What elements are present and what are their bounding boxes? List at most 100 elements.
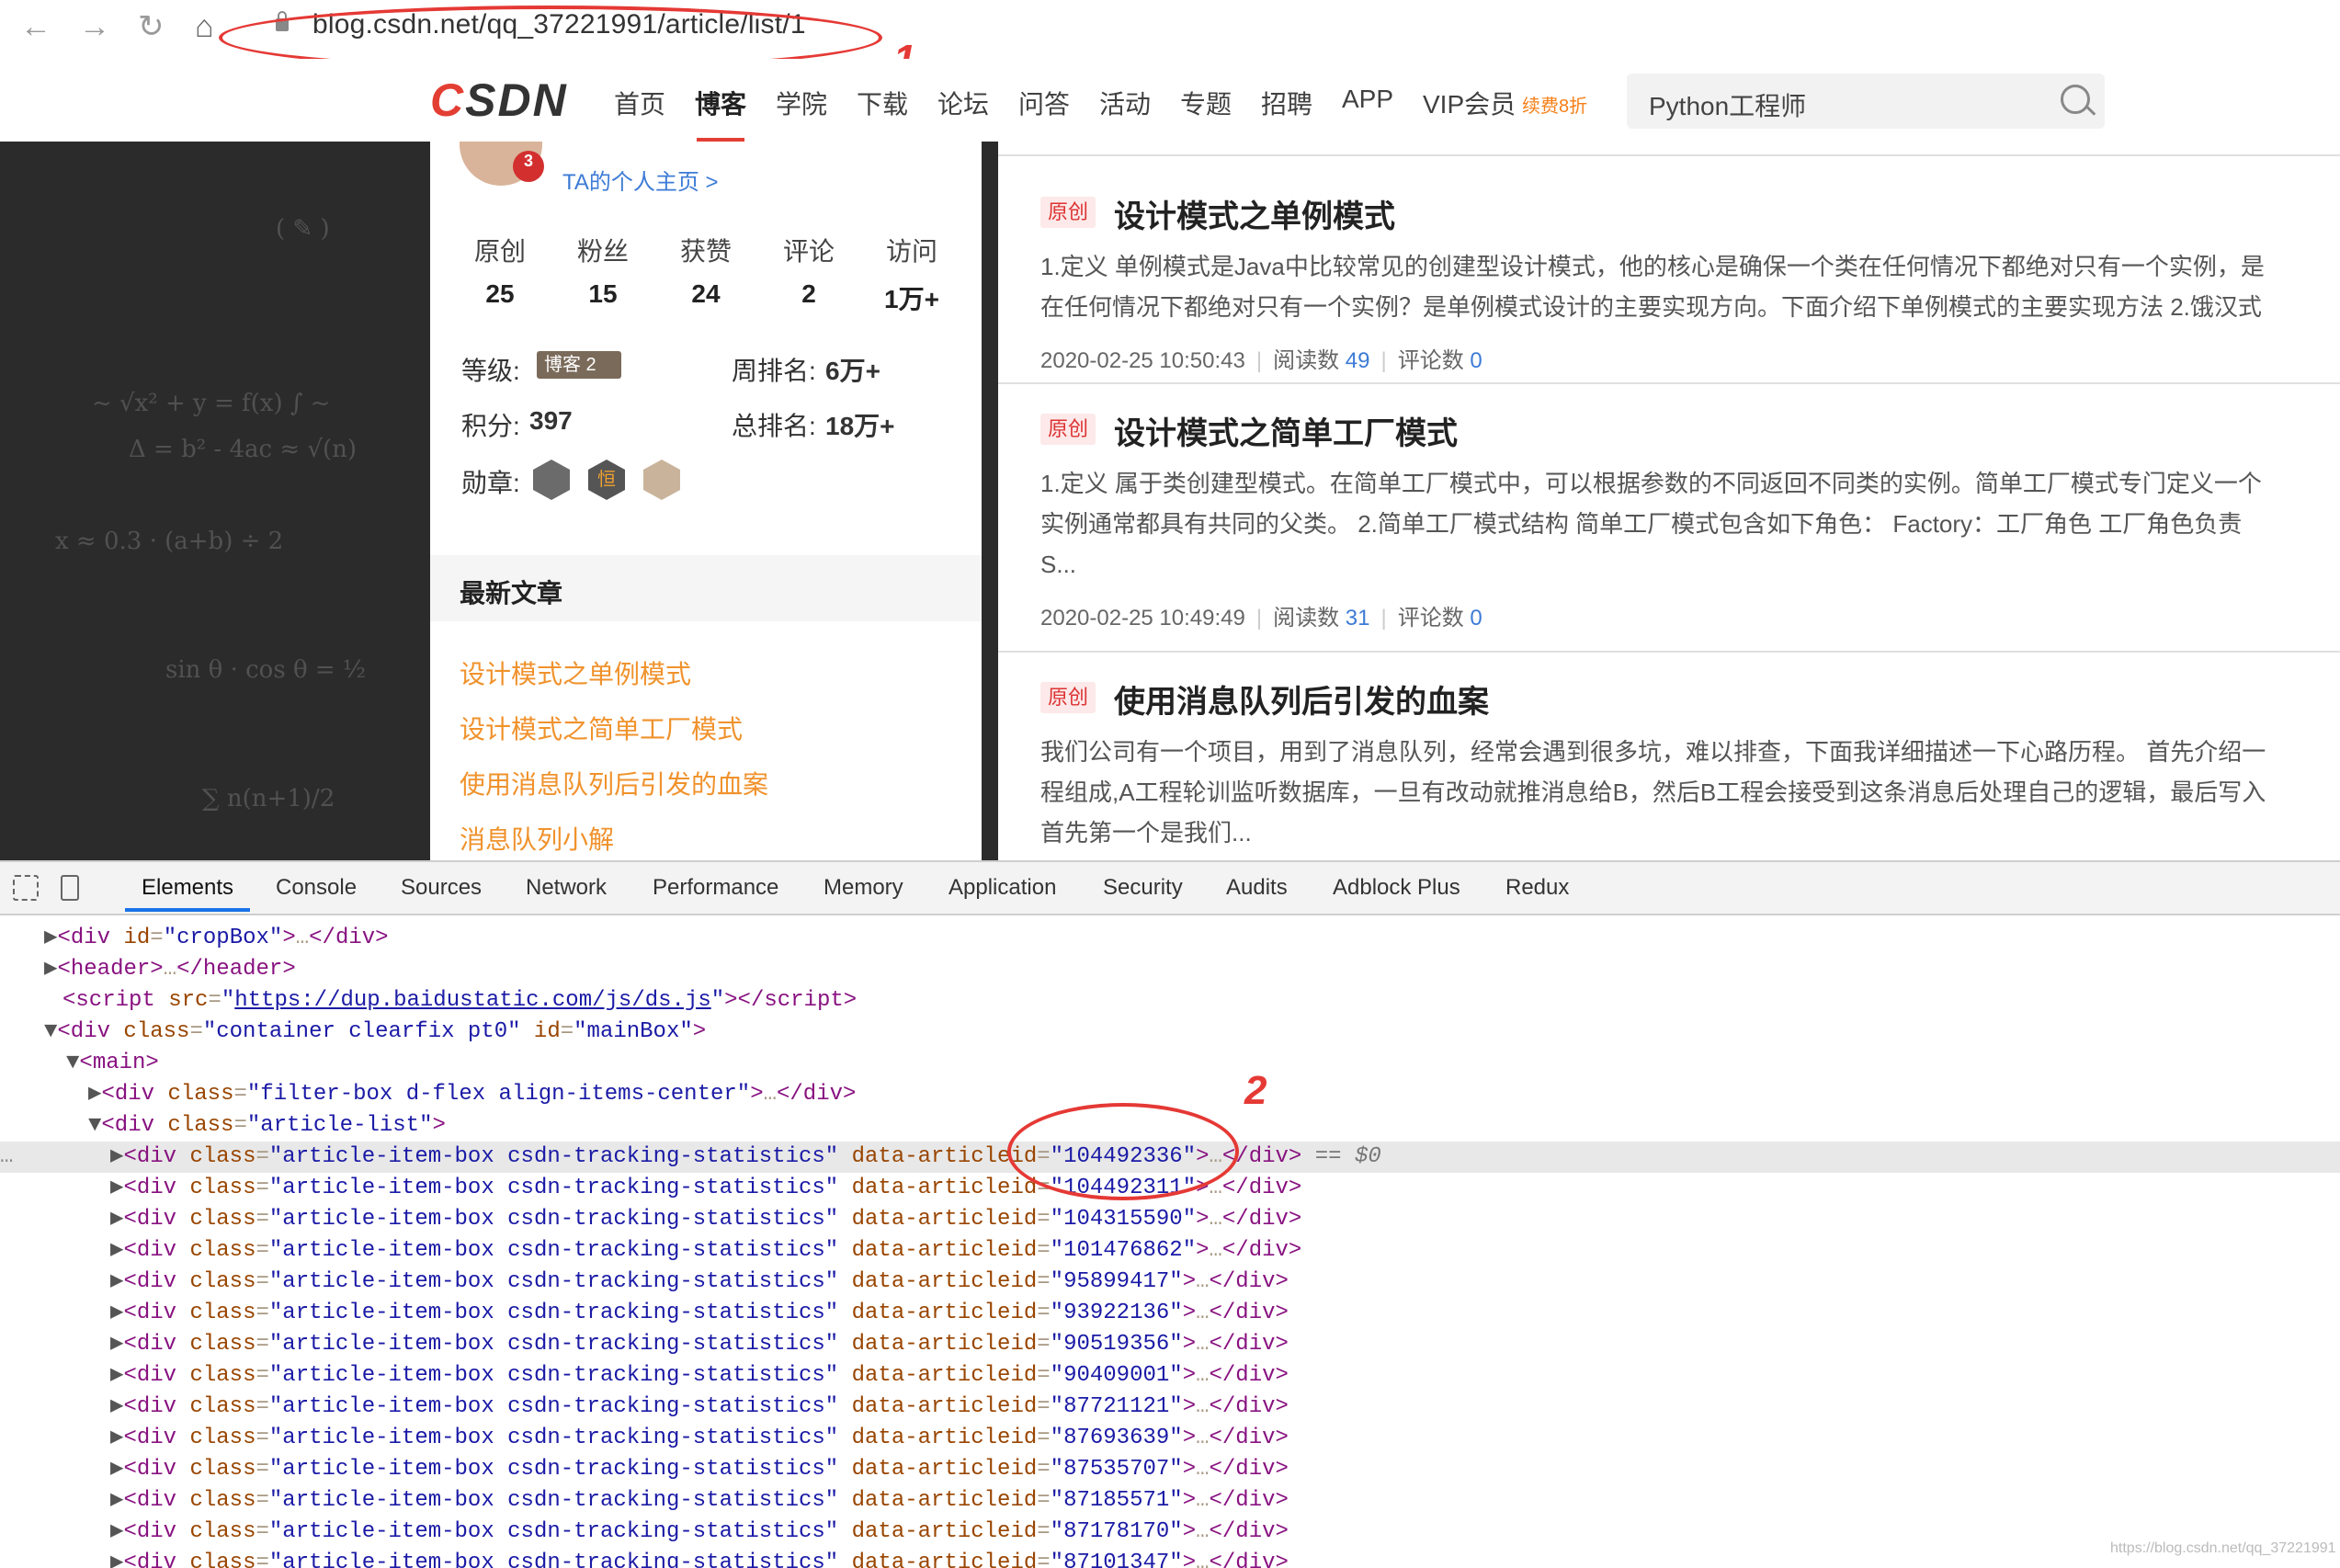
expand-arrow-icon[interactable]: ▶ <box>110 1332 123 1357</box>
nav-blog[interactable]: 博客 <box>695 85 746 121</box>
collapse-arrow-icon[interactable]: ▼ <box>44 1019 57 1044</box>
article-item[interactable]: 原创 设计模式之简单工厂模式 1.定义 属于类创建型模式。在简单工厂模式中，可以… <box>998 382 2340 632</box>
expand-arrow-icon[interactable]: ▶ <box>110 1519 123 1544</box>
expand-arrow-icon[interactable]: ▶ <box>110 1426 123 1450</box>
expand-arrow-icon[interactable]: ▶ <box>110 1488 123 1513</box>
dom-node[interactable]: ▶<div class="article-item-box csdn-track… <box>0 1267 2340 1298</box>
tab-sources[interactable]: Sources <box>401 875 482 901</box>
expand-arrow-icon[interactable]: ▶ <box>110 1457 123 1482</box>
level-badge[interactable]: 博客 2 <box>537 351 621 379</box>
article-title[interactable]: 设计模式之简单工厂模式 <box>1114 408 1458 453</box>
expand-arrow-icon[interactable]: ▶ <box>110 1363 123 1388</box>
article-item[interactable]: 原创 使用消息队列后引发的血案 我们公司有一个项目，用到了消息队列，经常会遇到很… <box>998 651 2340 860</box>
expand-arrow-icon[interactable]: ▶ <box>88 1082 101 1107</box>
home-icon[interactable]: ⌂ <box>195 11 214 42</box>
dom-node[interactable]: ▶<div class="article-item-box csdn-track… <box>0 1298 2340 1329</box>
expand-arrow-icon[interactable]: ▶ <box>110 1144 123 1169</box>
tab-redux[interactable]: Redux <box>1505 875 1569 901</box>
nav-forum[interactable]: 论坛 <box>937 85 989 121</box>
expand-arrow-icon[interactable]: ▶ <box>44 926 57 950</box>
nav-download[interactable]: 下载 <box>857 85 908 121</box>
article-id: 87178170 <box>1063 1519 1170 1544</box>
tab-application[interactable]: Application <box>948 875 1056 901</box>
dom-node[interactable]: ▶<div id="cropBox">…</div> <box>0 923 2340 954</box>
dom-node[interactable]: ▶<div class="article-item-box csdn-track… <box>0 1517 2340 1548</box>
script-src-link[interactable]: https://dup.baidustatic.com/js/ds.js <box>234 988 710 1013</box>
back-icon[interactable]: ← <box>20 11 51 42</box>
tab-memory[interactable]: Memory <box>824 875 903 901</box>
profile-home-link[interactable]: TA的个人主页 > <box>562 164 719 196</box>
nav-app[interactable]: APP <box>1342 85 1393 114</box>
dom-node[interactable]: ▶<div class="article-item-box csdn-track… <box>0 1485 2340 1517</box>
tab-audits[interactable]: Audits <box>1226 875 1288 901</box>
stat-comments[interactable]: 评论 2 <box>763 232 855 309</box>
more-icon[interactable]: … <box>0 1142 13 1173</box>
tab-network[interactable]: Network <box>526 875 607 901</box>
article-desc-line: S... <box>1040 551 1077 578</box>
expand-arrow-icon[interactable]: ▶ <box>44 957 57 982</box>
dom-node[interactable]: ▶<div class="article-item-box csdn-track… <box>0 1360 2340 1392</box>
tab-console[interactable]: Console <box>276 875 357 901</box>
dom-node[interactable]: ▼<div class="container clearfix pt0" id=… <box>0 1017 2340 1048</box>
collapse-arrow-icon[interactable]: ▼ <box>66 1051 79 1075</box>
dom-node[interactable]: ▶<div class="article-item-box csdn-track… <box>0 1423 2340 1454</box>
nav-jobs[interactable]: 招聘 <box>1261 85 1312 121</box>
recent-article-link[interactable]: 设计模式之单例模式 <box>460 654 691 691</box>
search-box[interactable]: Python工程师 <box>1627 74 2105 129</box>
selected-marker: == $0 <box>1314 1144 1381 1169</box>
nav-academy[interactable]: 学院 <box>776 85 827 121</box>
read-count: 49 <box>1345 348 1370 373</box>
expand-arrow-icon[interactable]: ▶ <box>110 1551 123 1568</box>
vip-discount-label[interactable]: 续费8折 <box>1522 91 1587 118</box>
dom-node[interactable]: ▶<div class="article-item-box csdn-track… <box>0 1454 2340 1485</box>
expand-arrow-icon[interactable]: ▶ <box>110 1301 123 1325</box>
search-input[interactable]: Python工程师 <box>1649 86 1806 123</box>
github-medal-icon[interactable] <box>533 460 570 500</box>
dom-node[interactable]: ▶<div class="article-item-box csdn-track… <box>0 1329 2340 1360</box>
dom-node[interactable]: ▼<main> <box>0 1048 2340 1079</box>
dom-node[interactable]: ▶<header>…</header> <box>0 954 2340 985</box>
expand-arrow-icon[interactable]: ▶ <box>110 1207 123 1232</box>
persistence-medal-icon[interactable]: 恒 <box>588 460 625 500</box>
nav-home[interactable]: 首页 <box>614 85 665 121</box>
tab-elements[interactable]: Elements <box>142 875 233 901</box>
nav-qa[interactable]: 问答 <box>1018 85 1070 121</box>
recent-article-link[interactable]: 消息队列小解 <box>460 820 614 857</box>
article-title[interactable]: 使用消息队列后引发的血案 <box>1114 676 1489 722</box>
recent-article-link[interactable]: 设计模式之简单工厂模式 <box>460 710 743 746</box>
dom-node[interactable]: ▶<div class="article-item-box csdn-track… <box>0 1392 2340 1423</box>
article-title[interactable]: 设计模式之单例模式 <box>1114 191 1395 236</box>
tab-adblock-plus[interactable]: Adblock Plus <box>1333 875 1460 901</box>
tab-performance[interactable]: Performance <box>653 875 778 901</box>
collapse-arrow-icon[interactable]: ▼ <box>88 1113 101 1138</box>
nav-topics[interactable]: 专题 <box>1180 85 1232 121</box>
nav-events[interactable]: 活动 <box>1099 85 1151 121</box>
stat-likes[interactable]: 获赞 24 <box>660 232 752 309</box>
search-icon[interactable] <box>2061 85 2090 114</box>
inspect-element-icon[interactable] <box>13 875 39 901</box>
dom-node[interactable]: ▶<div class="article-item-box csdn-track… <box>0 1204 2340 1235</box>
writer-medal-icon[interactable] <box>643 460 680 500</box>
forward-icon[interactable]: → <box>79 11 110 42</box>
dom-node[interactable]: ▶<div class="filter-box d-flex align-ite… <box>0 1079 2340 1110</box>
stat-visits[interactable]: 访问 1万+ <box>866 232 958 316</box>
expand-arrow-icon[interactable]: ▶ <box>110 1176 123 1200</box>
dom-node[interactable]: <script src="https://dup.baidustatic.com… <box>0 985 2340 1017</box>
expand-arrow-icon[interactable]: ▶ <box>110 1269 123 1294</box>
expand-arrow-icon[interactable]: ▶ <box>110 1394 123 1419</box>
dom-node[interactable]: ▶<div class="article-item-box csdn-track… <box>0 1548 2340 1568</box>
reload-icon[interactable]: ↻ <box>138 11 165 42</box>
attr-name: data-articleid <box>851 1488 1038 1513</box>
tab-security[interactable]: Security <box>1103 875 1183 901</box>
expand-arrow-icon[interactable]: ▶ <box>110 1238 123 1263</box>
nav-vip[interactable]: VIP会员 <box>1423 85 1516 121</box>
article-item[interactable]: 原创 设计模式之单例模式 1.定义 单例模式是Java中比较常见的创建型设计模式… <box>998 154 2340 373</box>
recent-article-link[interactable]: 使用消息队列后引发的血案 <box>460 765 768 801</box>
device-toolbar-icon[interactable] <box>61 875 79 901</box>
level-label: 等级: <box>461 357 520 385</box>
stat-fans[interactable]: 粉丝 15 <box>557 232 649 309</box>
dom-node[interactable]: ▶<div class="article-item-box csdn-track… <box>0 1235 2340 1267</box>
csdn-logo[interactable]: CSDN <box>430 74 568 127</box>
stat-original[interactable]: 原创 25 <box>454 232 546 309</box>
chalk-doodle: ~ √x² + y = f(x) ∫ ~ <box>92 390 331 417</box>
